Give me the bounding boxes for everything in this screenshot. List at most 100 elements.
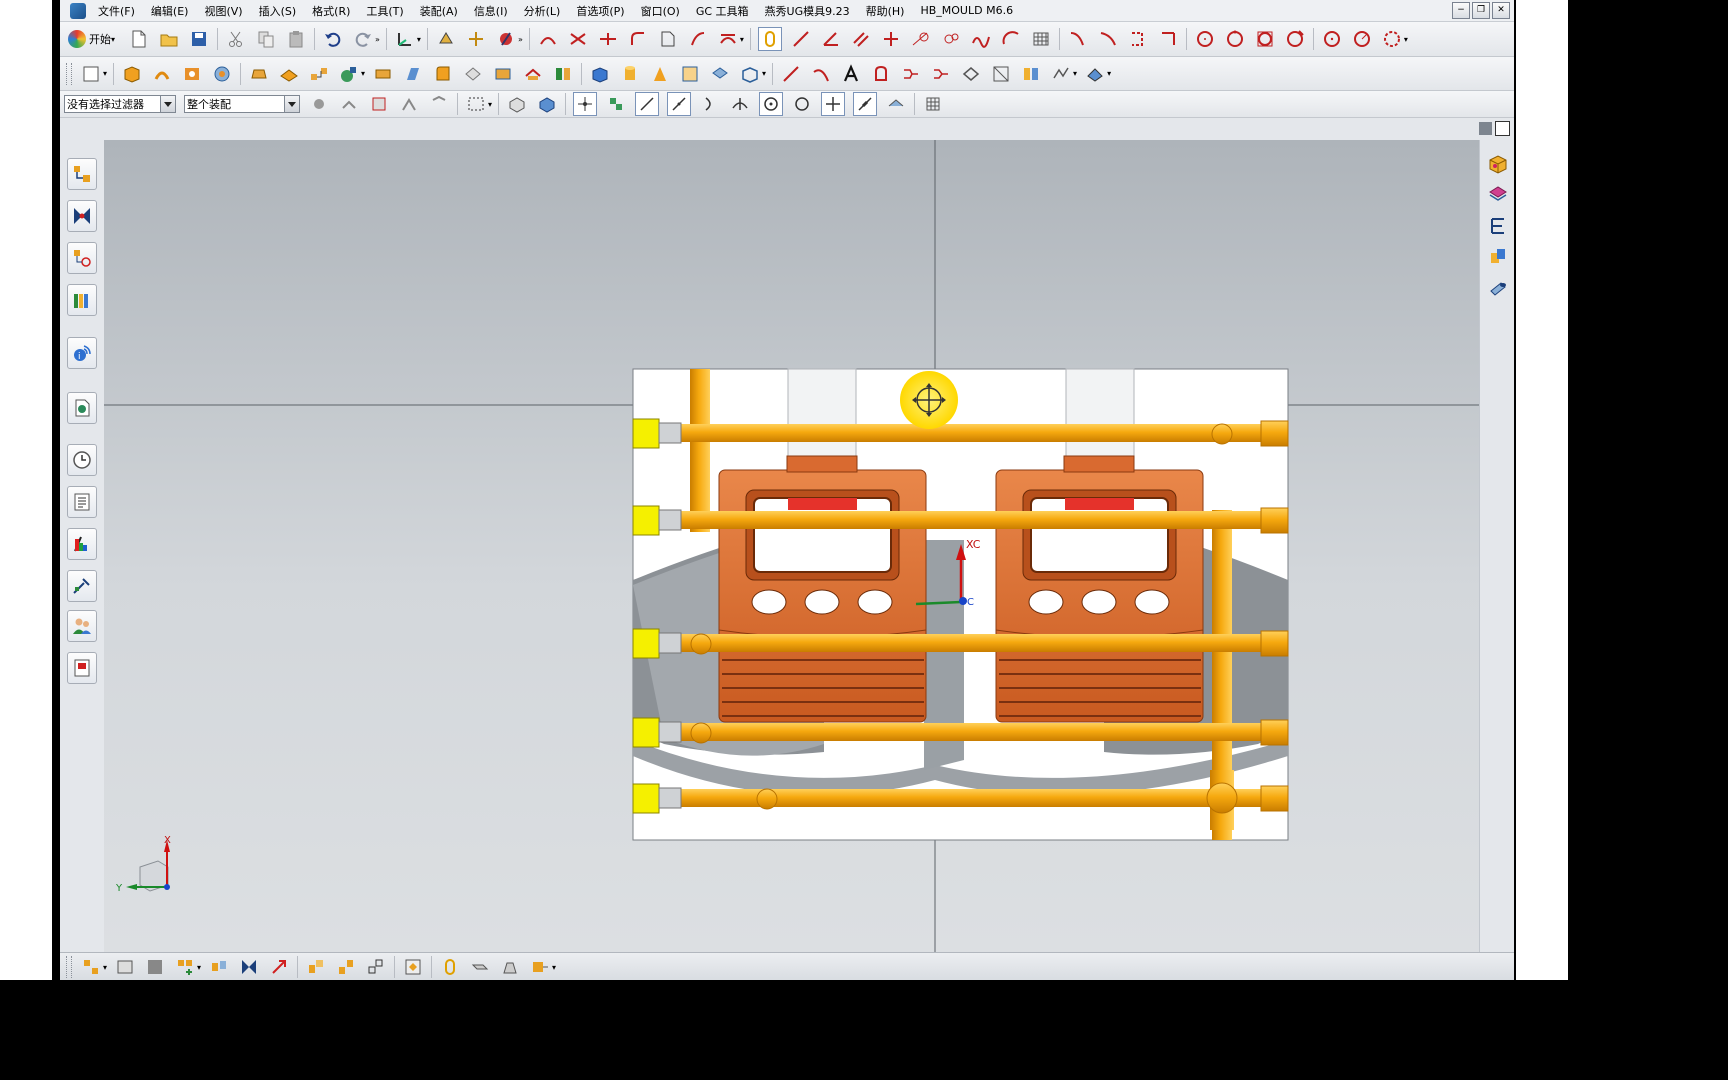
circle-tool-6[interactable] — [1351, 28, 1373, 50]
hd3d-tools-button[interactable]: i — [67, 337, 97, 369]
curve-tool-1[interactable] — [537, 28, 559, 50]
menu-hb-mould[interactable]: HB_MOULD M6.6 — [912, 4, 1021, 17]
snap-line2-button[interactable] — [667, 92, 692, 116]
new-button[interactable] — [128, 28, 150, 50]
curve-tool-4[interactable] — [627, 28, 649, 50]
constraint-navigator-button[interactable] — [67, 200, 97, 232]
subtract-button[interactable] — [739, 63, 761, 85]
cone-button[interactable] — [649, 63, 671, 85]
assembly-tool-10[interactable] — [365, 956, 387, 978]
hole-button[interactable] — [181, 63, 203, 85]
block-button[interactable] — [589, 63, 611, 85]
constraint-button[interactable] — [990, 63, 1012, 85]
snap-center-button[interactable] — [759, 92, 784, 116]
arc-tool-1[interactable] — [910, 28, 932, 50]
shell-button[interactable] — [372, 63, 394, 85]
menu-tools[interactable]: 工具(T) — [358, 3, 411, 19]
assembly-view-button[interactable] — [1486, 244, 1510, 268]
curve-tool-6[interactable] — [687, 28, 709, 50]
menu-insert[interactable]: 插入(S) — [251, 3, 305, 19]
part-navigator-button[interactable] — [67, 242, 97, 274]
menu-information[interactable]: 信息(I) — [466, 3, 516, 19]
restore-button[interactable]: ❐ — [1472, 2, 1490, 19]
menu-edit[interactable]: 编辑(E) — [143, 3, 197, 19]
menu-file[interactable]: 文件(F) — [90, 3, 143, 19]
assembly-tool-2[interactable] — [114, 956, 136, 978]
text-button[interactable] — [840, 63, 862, 85]
filter-button-1[interactable] — [308, 93, 330, 115]
system-scenes-button[interactable] — [67, 652, 97, 684]
fillet-tool-4[interactable] — [1157, 28, 1179, 50]
blend-button[interactable] — [432, 63, 454, 85]
assembly-tool-12[interactable] — [439, 956, 461, 978]
selection-filter-select[interactable]: 没有选择过滤器 — [64, 95, 176, 113]
start-button[interactable]: 开始 ▾ — [68, 30, 118, 48]
assembly-navigator-button[interactable] — [67, 158, 97, 190]
draft-button[interactable] — [402, 63, 424, 85]
menu-assemblies[interactable]: 装配(A) — [412, 3, 466, 19]
cut-button[interactable] — [225, 28, 247, 50]
filter-button-5[interactable] — [428, 93, 450, 115]
structure-view-button[interactable] — [1486, 214, 1510, 238]
angle-line-button[interactable] — [820, 28, 842, 50]
assembly-scope-select[interactable]: 整个装配 — [184, 95, 300, 113]
dimension-button[interactable] — [1020, 63, 1042, 85]
perp-line-button[interactable] — [880, 28, 902, 50]
pattern-button[interactable] — [960, 63, 982, 85]
menu-window[interactable]: 窗口(O) — [633, 3, 688, 19]
snap-grid-button[interactable] — [922, 93, 944, 115]
history-button[interactable] — [67, 444, 97, 476]
snap-end-button[interactable] — [573, 92, 598, 116]
snap-curve-button[interactable] — [699, 93, 721, 115]
minimize-button[interactable]: − — [1452, 2, 1470, 19]
snap-existing-button[interactable] — [821, 92, 846, 116]
cylinder-button[interactable] — [619, 63, 641, 85]
select-solid-button[interactable] — [536, 93, 558, 115]
assembly-tool-5[interactable] — [208, 956, 230, 978]
grid-tool[interactable] — [1030, 28, 1052, 50]
assembly-tool-13[interactable] — [469, 956, 491, 978]
pad-button[interactable] — [248, 63, 270, 85]
curve-tool-5[interactable] — [657, 28, 679, 50]
line-sketch-button[interactable] — [780, 63, 802, 85]
snap-quadrant-button[interactable] — [791, 93, 813, 115]
menu-analysis[interactable]: 分析(L) — [516, 3, 569, 19]
snap-line-button[interactable] — [635, 92, 660, 116]
offset-sketch-button[interactable] — [900, 63, 922, 85]
curve-tool-7[interactable] — [717, 28, 739, 50]
arc-tool-4[interactable] — [1000, 28, 1022, 50]
maximize-view-icon[interactable] — [1495, 121, 1510, 136]
assembly-tool-11[interactable] — [402, 956, 424, 978]
extrude-button[interactable] — [121, 63, 143, 85]
filter-button-4[interactable] — [398, 93, 420, 115]
sketch-button[interactable] — [80, 63, 102, 85]
arc-tool-2[interactable] — [940, 28, 962, 50]
filter-button-3[interactable] — [368, 93, 390, 115]
blend-face-button[interactable] — [492, 63, 514, 85]
open-button[interactable] — [158, 28, 180, 50]
solid-view-button[interactable] — [1486, 152, 1510, 176]
snap-pointcurve-button[interactable] — [853, 92, 878, 116]
reuse-library-button[interactable] — [67, 284, 97, 316]
parallel-line-button[interactable] — [850, 28, 872, 50]
paste-button[interactable] — [285, 28, 307, 50]
assembly-tool-8[interactable] — [305, 956, 327, 978]
circle-tool-1[interactable] — [1194, 28, 1216, 50]
web-browser-button[interactable] — [67, 392, 97, 424]
surface-button[interactable] — [1084, 63, 1106, 85]
boss-button[interactable] — [211, 63, 233, 85]
wcs-button[interactable] — [394, 28, 416, 50]
menu-preferences[interactable]: 首选项(P) — [568, 3, 632, 19]
system-materials-button[interactable] — [67, 486, 97, 518]
save-button[interactable] — [188, 28, 210, 50]
circle-tool-3[interactable] — [1254, 28, 1276, 50]
circle-tool-4[interactable] — [1284, 28, 1306, 50]
circle-tool-5[interactable] — [1321, 28, 1343, 50]
assembly-tool-14[interactable] — [499, 956, 521, 978]
circle-tool-2[interactable] — [1224, 28, 1246, 50]
roles-button[interactable] — [67, 610, 97, 642]
analysis-button[interactable] — [1050, 63, 1072, 85]
curve-tool-2[interactable] — [567, 28, 589, 50]
view-layout-icon[interactable] — [1479, 122, 1492, 135]
assembly-tool-15[interactable] — [529, 956, 551, 978]
